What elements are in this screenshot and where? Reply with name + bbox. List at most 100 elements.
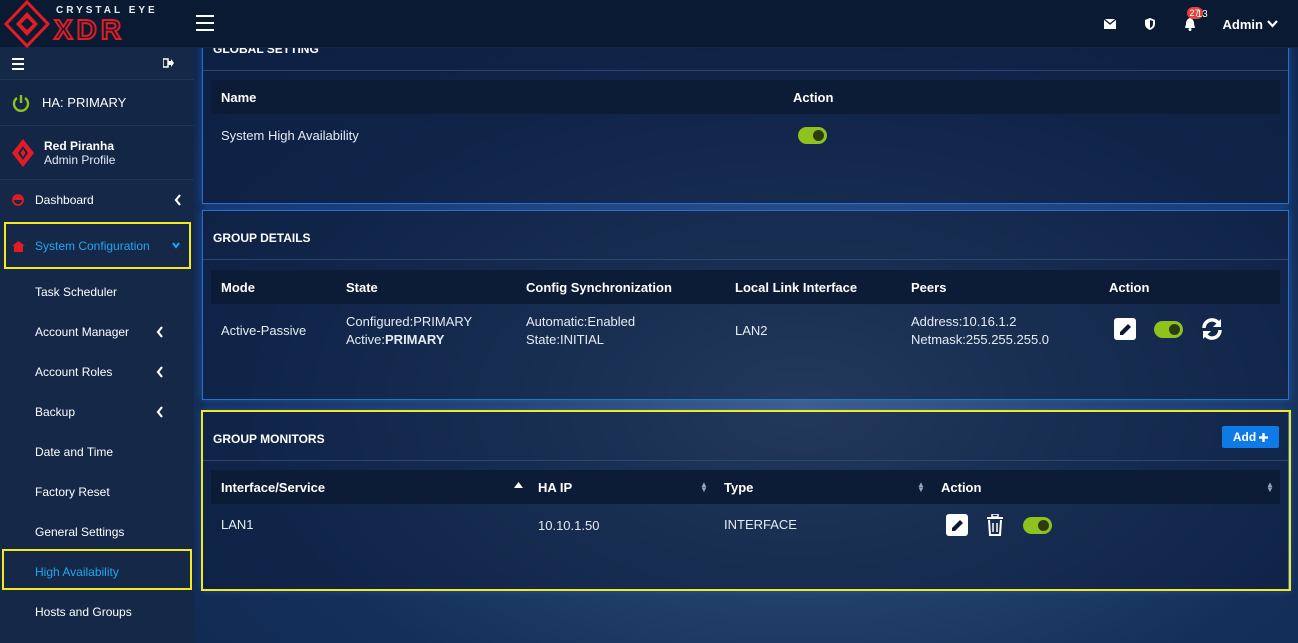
col-name: Name xyxy=(221,90,257,105)
sort-icon[interactable]: ▲ ▼ xyxy=(1266,481,1274,494)
group-monitors-title: GROUP MONITORS xyxy=(213,432,325,446)
chevron-down-icon xyxy=(172,242,180,249)
top-bar: CRYSTAL EYE XDR 27 13 Admin xyxy=(0,0,1298,48)
monitor-ha-ip: 10.10.1.50 xyxy=(538,518,600,533)
logout-icon[interactable] xyxy=(162,57,174,71)
group-mode: Active-Passive xyxy=(221,323,307,338)
group-state: Configured:PRIMARY Active:PRIMARY xyxy=(346,313,472,349)
brand-title: XDR xyxy=(53,13,126,46)
state-active-value: PRIMARY xyxy=(385,332,445,347)
col-action: Action xyxy=(793,90,834,105)
sidebar-item-date-and-time[interactable]: Date and Time xyxy=(0,432,194,472)
sync-button[interactable] xyxy=(1200,317,1224,341)
sidebar-item-label: General Settings xyxy=(35,525,125,539)
sidebar-item-label: Hosts and Groups xyxy=(35,605,132,619)
sidebar-item-account-manager[interactable]: Account Manager xyxy=(0,312,194,352)
sidebar-item-task-scheduler[interactable]: Task Scheduler xyxy=(0,272,194,312)
plus-icon xyxy=(1259,432,1269,442)
sidebar-item-label: System Configuration xyxy=(35,239,150,253)
group-state-active: Active:PRIMARY xyxy=(346,331,472,349)
sidebar-item-factory-reset[interactable]: Factory Reset xyxy=(0,472,194,512)
col-state: State xyxy=(346,280,378,295)
group-details-table-header: Mode State Config Synchronization Local … xyxy=(211,270,1280,304)
sort-asc-icon[interactable] xyxy=(514,482,523,488)
add-monitor-button[interactable]: Add xyxy=(1222,426,1279,448)
delete-monitor-button[interactable] xyxy=(986,513,1004,536)
power-icon xyxy=(12,94,30,112)
col-interface-service[interactable]: Interface/Service xyxy=(221,480,325,495)
pencil-icon xyxy=(951,519,963,531)
brand-logo[interactable]: CRYSTAL EYE XDR xyxy=(4,0,194,48)
global-setting-title: GLOBAL SETTING xyxy=(213,48,319,56)
state-active-label: Active: xyxy=(346,332,386,347)
main-content: GLOBAL SETTING Name Action System High A… xyxy=(194,48,1298,643)
peer-address: Address:10.16.1.2 xyxy=(911,314,1017,329)
chevron-left-icon xyxy=(156,406,163,418)
group-enable-toggle[interactable] xyxy=(1154,321,1183,338)
sidebar-toolbar xyxy=(0,48,194,80)
mail-icon[interactable] xyxy=(1103,17,1117,31)
col-action[interactable]: Action xyxy=(941,480,981,495)
dashboard-icon xyxy=(12,194,26,206)
group-monitors-table-header: Interface/Service HA IP ▲ ▼ Type ▲ ▼ Actio… xyxy=(211,470,1280,504)
red-piranha-logo-icon xyxy=(12,138,34,167)
home-icon xyxy=(12,240,26,252)
edit-group-button[interactable] xyxy=(1114,318,1136,340)
monitor-enable-toggle[interactable] xyxy=(1023,517,1052,534)
ha-enable-toggle[interactable] xyxy=(798,127,827,144)
shield-icon[interactable] xyxy=(1143,17,1157,31)
sidebar-item-label: Backup xyxy=(35,405,76,419)
sidebar-item-general-settings[interactable]: General Settings xyxy=(0,512,194,552)
sidebar-item-label: Account Manager xyxy=(35,325,130,339)
col-type[interactable]: Type xyxy=(724,480,753,495)
sidebar-item-hosts-and-groups[interactable]: Hosts and Groups xyxy=(0,592,194,632)
group-monitors-panel: GROUP MONITORS Add Interface/Service HA … xyxy=(202,410,1289,590)
sidebar-item-label: Factory Reset xyxy=(35,485,110,499)
sidebar-item-label: Dashboard xyxy=(35,193,94,207)
monitor-interface: LAN1 xyxy=(221,517,254,532)
chevron-down-icon xyxy=(1267,20,1278,28)
notification-count: 13 xyxy=(1196,9,1208,20)
sidebar-item-label: Account Roles xyxy=(35,365,113,379)
col-mode: Mode xyxy=(221,280,255,295)
pencil-icon xyxy=(1119,323,1131,335)
group-details-panel: GROUP DETAILS Mode State Config Synchron… xyxy=(202,210,1289,400)
collapse-menu-icon[interactable] xyxy=(12,58,24,73)
user-menu[interactable]: Admin xyxy=(1223,17,1278,32)
sidebar-item-label: Task Scheduler xyxy=(35,285,118,299)
user-profile[interactable]: Red Piranha Admin Profile xyxy=(0,126,194,180)
sidebar: HA: PRIMARY Red Piranha Admin Profile Da… xyxy=(0,48,194,643)
add-button-label: Add xyxy=(1232,430,1257,444)
sidebar-item-label: Date and Time xyxy=(35,445,114,459)
group-state-configured: Configured:PRIMARY xyxy=(346,314,473,329)
global-setting-row-name: System High Availability xyxy=(221,128,359,143)
peer-netmask: Netmask:255.255.255.0 xyxy=(911,332,1050,347)
ha-status-label: HA: PRIMARY xyxy=(42,95,127,110)
sort-icon[interactable]: ▲ ▼ xyxy=(700,481,708,494)
sync-mode: Automatic:Enabled xyxy=(526,314,636,329)
sidebar-item-account-roles[interactable]: Account Roles xyxy=(0,352,194,392)
edit-monitor-button[interactable] xyxy=(946,514,968,536)
col-action: Action xyxy=(1109,280,1150,295)
sort-icon[interactable]: ▲ ▼ xyxy=(917,481,925,494)
hamburger-menu-icon[interactable] xyxy=(196,15,214,31)
col-peers: Peers xyxy=(911,280,947,295)
sidebar-item-backup[interactable]: Backup xyxy=(0,392,194,432)
sidebar-item-system-configuration[interactable]: System Configuration xyxy=(0,220,194,272)
col-ha-ip[interactable]: HA IP xyxy=(538,480,572,495)
profile-role: Admin Profile xyxy=(44,152,116,167)
chevron-left-icon xyxy=(156,326,163,338)
chevron-left-icon xyxy=(156,366,163,378)
sidebar-item-high-availability[interactable]: High Availability xyxy=(0,552,194,592)
group-interface: LAN2 xyxy=(735,323,768,338)
col-config-sync: Config Synchronization xyxy=(526,280,672,295)
bell-icon[interactable]: 27 13 xyxy=(1183,7,1208,31)
crystal-eye-logo-icon xyxy=(4,0,50,48)
global-setting-table-header: Name Action xyxy=(211,80,1280,114)
sidebar-item-dashboard[interactable]: Dashboard xyxy=(0,180,194,220)
group-config-sync: Automatic:Enabled State:INITIAL xyxy=(526,313,635,349)
group-peers: Address:10.16.1.2 Netmask:255.255.255.0 xyxy=(911,313,1049,349)
group-details-title: GROUP DETAILS xyxy=(213,231,311,245)
col-local-link-interface: Local Link Interface xyxy=(735,280,858,295)
sidebar-item-label: High Availability xyxy=(35,565,119,579)
